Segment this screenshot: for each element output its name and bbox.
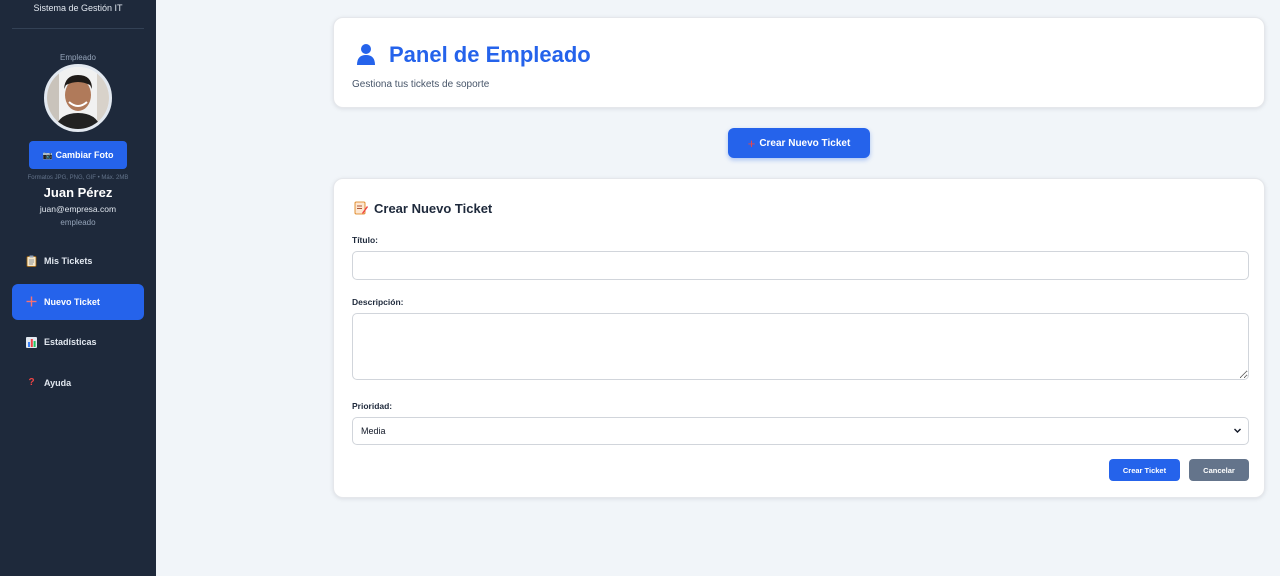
sidebar-item-nuevo-ticket[interactable]: Nuevo Ticket bbox=[12, 283, 144, 320]
sidebar: Sistema de Gestión IT Empleado 📷 Cambiar … bbox=[0, 0, 156, 576]
sidebar-item-label: Ayuda bbox=[44, 377, 72, 388]
user-name: Juan Pérez bbox=[43, 185, 113, 200]
bar-chart-icon bbox=[25, 336, 38, 349]
user-email: juan@empresa.com bbox=[39, 204, 117, 214]
sidebar-item-label: Mis Tickets bbox=[44, 256, 93, 266]
sidebar-nav: Mis Tickets Nuevo Ticket Estadísticas ? … bbox=[0, 243, 156, 401]
priority-select[interactable]: Media bbox=[352, 417, 1249, 445]
submit-ticket-button[interactable]: Crear Ticket bbox=[1109, 459, 1180, 481]
photo-formats-hint: Formatos JPG, PNG, GIF • Máx. 2MB bbox=[27, 175, 129, 181]
camera-icon: 📷 bbox=[42, 151, 53, 160]
description-label: Descripción: bbox=[352, 297, 404, 307]
question-icon: ? bbox=[28, 377, 35, 388]
plus-icon: + bbox=[747, 135, 756, 151]
cancel-button[interactable]: Cancelar bbox=[1189, 459, 1249, 481]
role-label: Empleado bbox=[59, 53, 97, 62]
plus-icon bbox=[25, 295, 38, 308]
header-card: Panel de Empleado Gestiona tus tickets d… bbox=[333, 17, 1265, 108]
change-photo-button[interactable]: 📷 Cambiar Foto bbox=[29, 141, 127, 169]
create-new-ticket-label: Crear Nuevo Ticket bbox=[759, 137, 851, 149]
avatar bbox=[44, 64, 112, 132]
change-photo-label: Cambiar Foto bbox=[55, 150, 114, 160]
priority-selected-value: Media bbox=[361, 426, 386, 436]
user-icon bbox=[356, 43, 376, 70]
page-subtitle: Gestiona tus tickets de soporte bbox=[352, 79, 490, 90]
system-title: Sistema de Gestión IT bbox=[12, 0, 144, 29]
sidebar-item-estadisticas[interactable]: Estadísticas bbox=[12, 324, 144, 360]
page-title: Panel de Empleado bbox=[389, 42, 591, 67]
description-textarea[interactable] bbox=[352, 313, 1249, 380]
sidebar-item-ayuda[interactable]: ? Ayuda bbox=[12, 365, 144, 401]
title-label: Título: bbox=[352, 235, 378, 245]
memo-icon bbox=[354, 201, 368, 220]
profile-photo bbox=[47, 67, 109, 129]
sidebar-item-label: Estadísticas bbox=[44, 337, 97, 347]
title-input[interactable] bbox=[352, 251, 1249, 280]
create-new-ticket-button[interactable]: + Crear Nuevo Ticket bbox=[728, 128, 870, 158]
priority-label: Prioridad: bbox=[352, 401, 393, 411]
clipboard-icon bbox=[25, 255, 38, 268]
user-role: empleado bbox=[60, 218, 96, 227]
sidebar-item-mis-tickets[interactable]: Mis Tickets bbox=[12, 243, 144, 279]
chevron-down-icon bbox=[1233, 426, 1242, 437]
new-ticket-form: Crear Nuevo Ticket Título: Descripción: … bbox=[333, 178, 1265, 498]
form-title: Crear Nuevo Ticket bbox=[374, 201, 493, 216]
sidebar-item-label: Nuevo Ticket bbox=[44, 296, 100, 307]
